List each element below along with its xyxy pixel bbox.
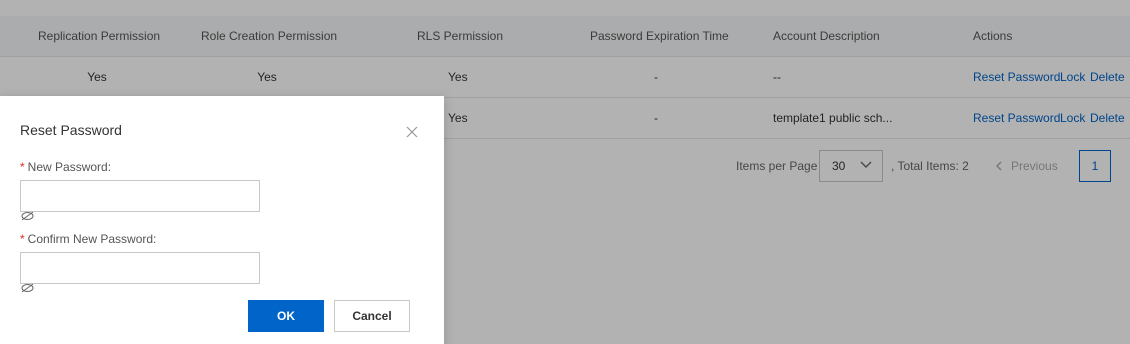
confirm-password-label: * Confirm New Password: <box>20 232 156 246</box>
ok-button[interactable]: OK <box>248 300 324 332</box>
close-icon[interactable] <box>405 125 419 139</box>
new-password-label: * New Password: <box>20 160 111 174</box>
required-mark: * <box>20 232 25 246</box>
cancel-button[interactable]: Cancel <box>334 300 410 332</box>
reset-password-dialog: Reset Password * New Password: * Confirm N… <box>0 96 444 344</box>
new-password-label-text: New Password: <box>27 160 112 174</box>
eye-off-icon[interactable] <box>21 283 34 293</box>
confirm-password-label-text: Confirm New Password: <box>27 232 157 246</box>
new-password-input[interactable] <box>20 180 260 212</box>
dialog-title: Reset Password <box>20 122 122 138</box>
eye-off-icon[interactable] <box>21 211 34 221</box>
required-mark: * <box>20 160 25 174</box>
confirm-password-input[interactable] <box>20 252 260 284</box>
